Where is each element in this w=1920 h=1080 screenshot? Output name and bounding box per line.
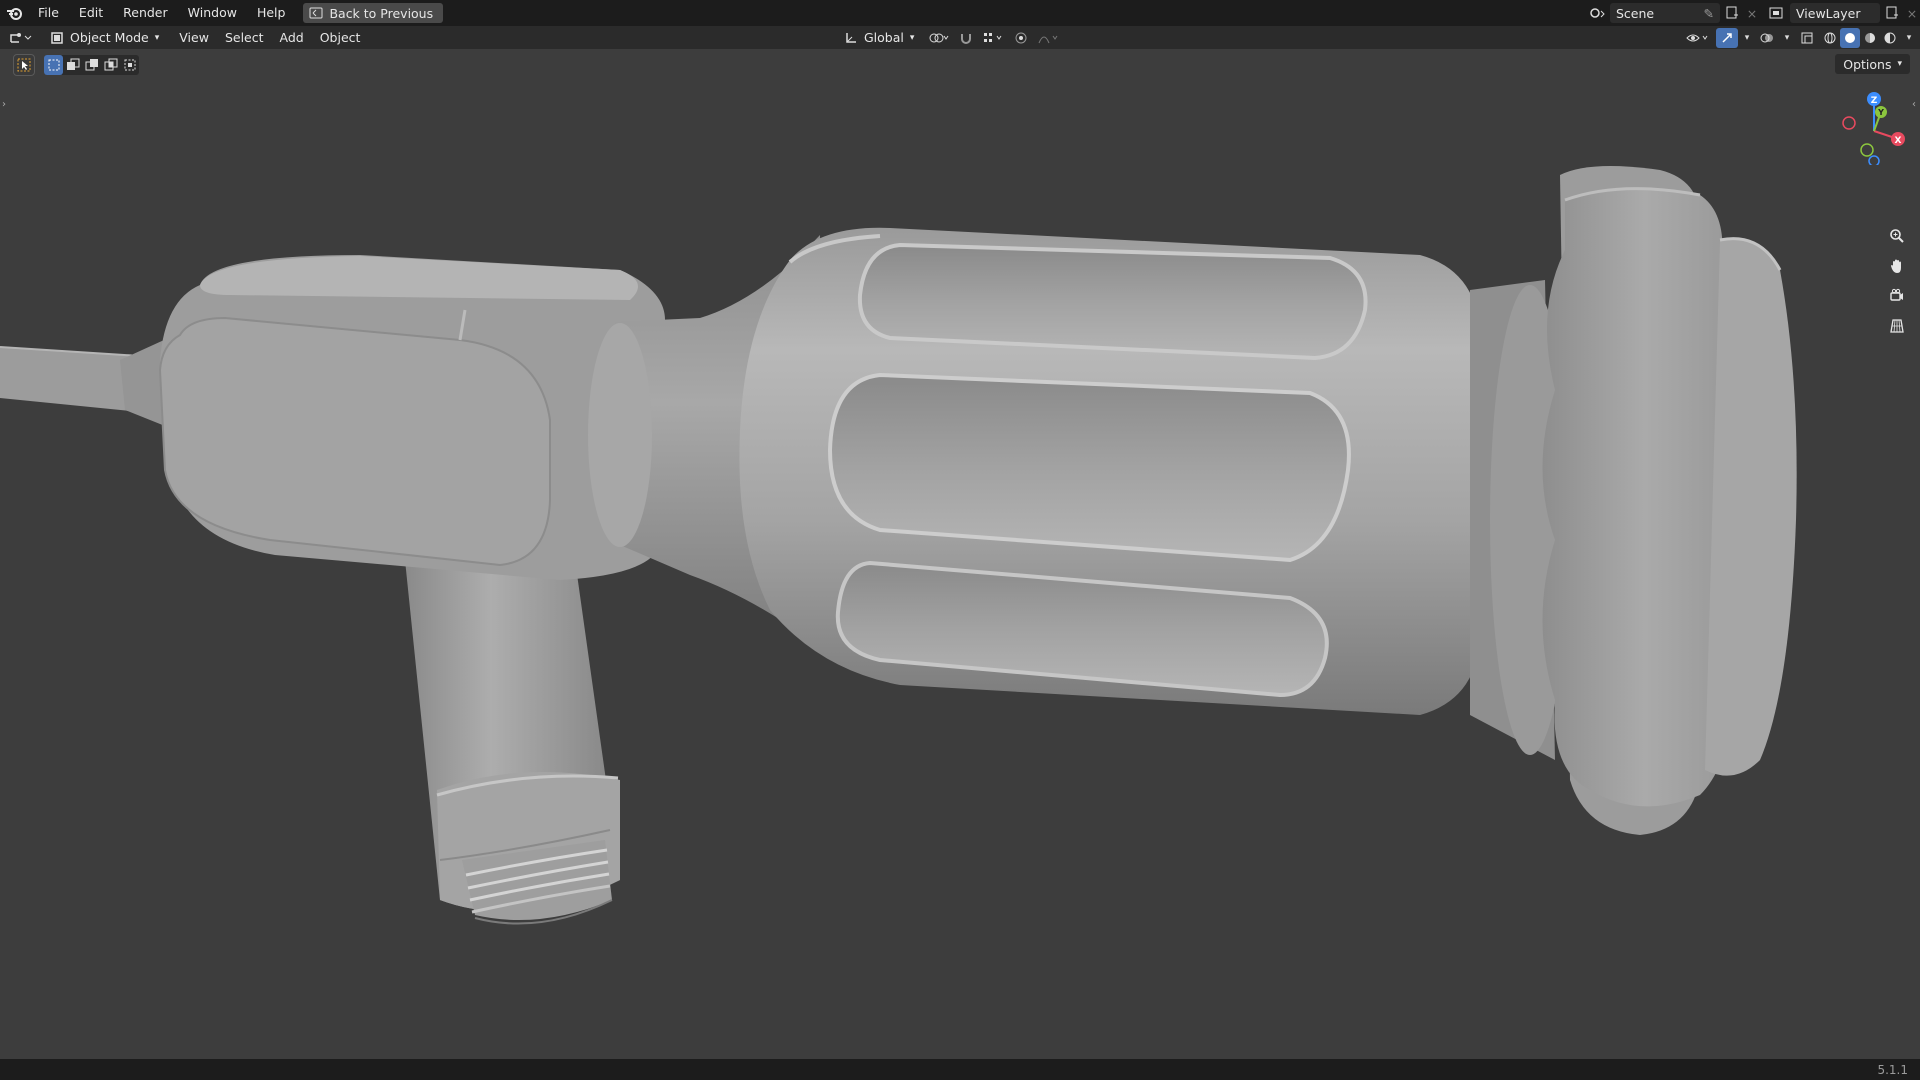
shading-mode-group: [1820, 27, 1900, 48]
object-mode-icon: [51, 31, 63, 44]
select-new-icon[interactable]: [44, 55, 63, 75]
menu-view[interactable]: View: [171, 28, 217, 48]
view-layer-selector-icon[interactable]: [1766, 3, 1790, 23]
gizmo-toggle-icon[interactable]: [1716, 27, 1738, 48]
snap-toggle-icon[interactable]: [958, 28, 974, 48]
editor-type-selector[interactable]: [0, 28, 44, 48]
zoom-icon[interactable]: [1884, 224, 1910, 248]
gizmo-x-label: X: [1895, 136, 1902, 146]
select-intersect-icon[interactable]: [120, 55, 139, 75]
select-invert-icon[interactable]: [101, 55, 120, 75]
delete-view-layer-icon[interactable]: ×: [1904, 3, 1920, 23]
delete-scene-icon[interactable]: ×: [1744, 3, 1760, 23]
selection-mode-group: [44, 55, 139, 75]
pan-hand-icon[interactable]: [1884, 254, 1910, 278]
3d-model: [0, 166, 1797, 925]
back-to-previous-button[interactable]: Back to Previous: [303, 3, 444, 23]
transform-orientation-selector[interactable]: Global ▾: [838, 27, 921, 48]
3d-viewport[interactable]: › ‹ Z X Y: [0, 49, 1920, 1059]
pivot-point-icon[interactable]: [924, 28, 954, 48]
material-shading-icon[interactable]: [1860, 28, 1880, 48]
chevron-down-icon: ▾: [909, 32, 915, 43]
menu-help[interactable]: Help: [247, 0, 296, 26]
3d-viewport-icon: [10, 32, 32, 43]
select-tool-icon[interactable]: [13, 54, 35, 76]
chevron-down-icon: ▾: [154, 32, 160, 43]
camera-view-icon[interactable]: [1884, 284, 1910, 308]
gizmo-y-label: Y: [1877, 108, 1884, 117]
scene-name-field[interactable]: Scene ✎: [1610, 3, 1720, 23]
proportional-editing-icon[interactable]: [1012, 28, 1030, 48]
wireframe-shading-icon[interactable]: [1820, 28, 1840, 48]
mode-label: Object Mode: [70, 30, 149, 45]
pin-icon[interactable]: ✎: [1704, 6, 1714, 21]
snap-grid-icon[interactable]: [978, 28, 1008, 48]
menu-window[interactable]: Window: [178, 0, 247, 26]
mode-selector[interactable]: Object Mode ▾: [44, 27, 166, 48]
select-extend-icon[interactable]: [63, 55, 82, 75]
gizmo-z-label: Z: [1871, 96, 1878, 106]
new-scene-icon[interactable]: [1720, 3, 1744, 23]
chevron-down-icon[interactable]: ▾: [1740, 28, 1754, 48]
blender-logo-icon[interactable]: [0, 0, 28, 26]
chevron-down-icon: ▾: [1897, 59, 1902, 69]
chevron-down-icon[interactable]: ▾: [1902, 28, 1916, 48]
viewport-header: Object Mode ▾ View Select Add Object Glo…: [0, 26, 1920, 49]
view-layer-field[interactable]: ViewLayer: [1790, 3, 1880, 23]
visibility-selector-icon[interactable]: [1682, 28, 1714, 48]
global-axes-icon: [846, 32, 856, 43]
menu-select[interactable]: Select: [217, 28, 272, 48]
menu-object[interactable]: Object: [312, 28, 369, 48]
menu-add[interactable]: Add: [272, 28, 312, 48]
version-label: 5.1.1: [1877, 1063, 1908, 1077]
menu-render[interactable]: Render: [113, 0, 178, 26]
rendered-shading-icon[interactable]: [1880, 28, 1900, 48]
new-view-layer-icon[interactable]: [1880, 3, 1904, 23]
view-layer-name: ViewLayer: [1796, 5, 1861, 21]
perspective-grid-icon[interactable]: [1884, 314, 1910, 338]
xray-toggle-icon[interactable]: [1796, 28, 1818, 48]
menu-edit[interactable]: Edit: [69, 0, 113, 26]
scene-selector-icon[interactable]: [1586, 3, 1610, 23]
transform-orientation-label: Global: [864, 30, 904, 45]
options-label: Options: [1843, 56, 1892, 72]
select-subtract-icon[interactable]: [82, 55, 101, 75]
chevron-down-icon[interactable]: ▾: [1780, 28, 1794, 48]
menu-file[interactable]: File: [28, 0, 69, 26]
falloff-icon[interactable]: [1034, 28, 1064, 48]
top-bar: File Edit Render Window Help Back to Pre…: [0, 0, 1920, 26]
toolbar-expand-icon[interactable]: ›: [2, 99, 6, 110]
solid-shading-icon[interactable]: [1840, 27, 1860, 48]
navigation-gizmo[interactable]: Z X Y: [1834, 85, 1914, 165]
screen-back-icon: [309, 7, 323, 19]
scene-name: Scene: [1616, 5, 1655, 21]
options-dropdown[interactable]: Options ▾: [1835, 54, 1910, 74]
status-bar: 5.1.1: [0, 1059, 1920, 1080]
viewport-tool-row: [13, 54, 139, 76]
back-to-previous-label: Back to Previous: [329, 5, 434, 21]
overlays-toggle-icon[interactable]: [1756, 28, 1778, 48]
